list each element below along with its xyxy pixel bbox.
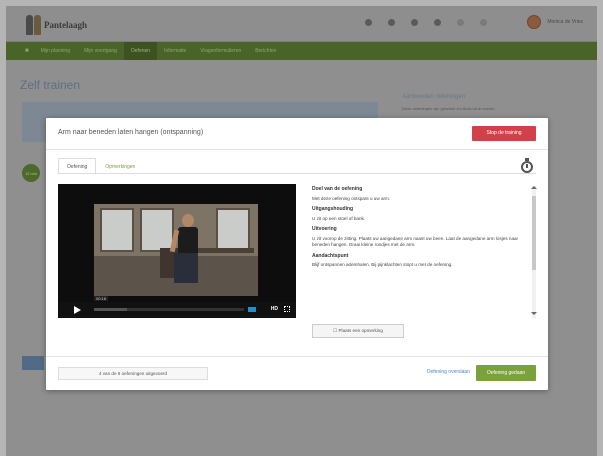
logo-text: Pantelaagh — [44, 20, 88, 30]
sidebar-text: Deze oefeningen zijn geschikt om thuis u… — [402, 106, 496, 111]
background-button[interactable] — [22, 356, 44, 370]
video-frame — [94, 204, 258, 296]
tab-opmerkingen[interactable]: Opmerkingen — [96, 158, 144, 174]
progress-count: 4 van de 6 oefeningen uitgevoerd — [58, 367, 208, 380]
tab-bar: Oefening Opmerkingen — [58, 158, 144, 174]
logo[interactable]: Pantelaagh — [26, 13, 114, 37]
scroll-up-icon[interactable] — [531, 186, 537, 189]
nav-item-oefenen[interactable]: Oefenen — [123, 42, 158, 60]
exercise-description: Doel van de oefening Met deze oefening o… — [312, 184, 524, 318]
logo-figures-icon — [26, 15, 41, 35]
skip-exercise-link[interactable]: Oefening overslaan — [427, 369, 470, 375]
user-menu[interactable]: Monica de Vries — [527, 15, 583, 29]
notification-icon[interactable] — [365, 19, 372, 26]
volume-icon[interactable] — [248, 307, 256, 312]
section-text: Met deze oefening ontspant u uw arm. — [312, 195, 391, 201]
note-icon: ☐ — [333, 328, 338, 333]
play-icon[interactable] — [74, 306, 81, 314]
nav-item-voortgang[interactable]: Mijn voortgang — [77, 42, 124, 60]
home-icon[interactable]: ■ — [20, 48, 34, 54]
video-progress[interactable] — [94, 308, 244, 311]
nav-item-vragenformulieren[interactable]: Vragenformulieren — [193, 42, 248, 60]
scrollbar-thumb[interactable] — [532, 196, 536, 270]
add-note-label: Plaats een opmerking — [338, 328, 383, 333]
video-player[interactable]: 00:16 HD — [58, 184, 296, 318]
section-heading: Aandachtspunt — [312, 252, 349, 259]
modal-title: Arm naar beneden laten hangen (ontspanni… — [58, 129, 204, 136]
section-heading: Doel van de oefening — [312, 186, 363, 192]
video-controls: 00:16 HD — [58, 296, 296, 318]
exercise-done-button[interactable]: Oefening gedaan — [476, 365, 536, 381]
section-text: U zit voorop de zitting. Plaats uw aange… — [312, 235, 519, 248]
avatar — [527, 15, 542, 29]
duration-badge: 12 min — [22, 164, 40, 182]
description-scrollbar[interactable] — [532, 186, 536, 318]
tab-divider — [58, 173, 536, 174]
header-icons — [365, 19, 487, 26]
section-text: U zit op een stoel of bank. — [312, 215, 366, 221]
sidebar-title: Aanbevolen oefeningen — [402, 94, 466, 100]
exercise-modal: Arm naar beneden laten hangen (ontspanni… — [46, 118, 548, 390]
video-progress-fill — [94, 308, 127, 311]
help-icon[interactable] — [434, 19, 441, 26]
section-heading: Uitgangshouding — [312, 206, 354, 212]
top-bar: Pantelaagh Monica de Vries — [6, 6, 597, 42]
settings-icon[interactable] — [457, 19, 464, 26]
message-icon[interactable] — [388, 19, 395, 26]
section-heading: Uitvoering — [312, 226, 337, 232]
nav-item-informatie[interactable]: Informatie — [157, 42, 193, 60]
main-nav: ■ Mijn planning Mijn voortgang Oefenen I… — [6, 42, 597, 60]
user-name: Monica de Vries — [547, 19, 583, 25]
fullscreen-icon[interactable] — [284, 306, 290, 312]
nav-item-planning[interactable]: Mijn planning — [34, 42, 77, 60]
modal-header: Arm naar beneden laten hangen (ontspanni… — [46, 118, 548, 150]
add-note-button[interactable]: ☐ Plaats een opmerking — [312, 324, 404, 338]
video-time: 00:16 — [94, 296, 109, 301]
scroll-down-icon[interactable] — [531, 312, 537, 315]
calendar-icon[interactable] — [411, 19, 418, 26]
nav-item-berichten[interactable]: Berichten — [248, 42, 283, 60]
stop-training-button[interactable]: Stop de training — [472, 126, 536, 141]
stopwatch-icon[interactable] — [520, 158, 534, 174]
tab-oefening[interactable]: Oefening — [58, 158, 97, 174]
logout-icon[interactable] — [480, 19, 487, 26]
section-text: Blijf ontspannen ademhalen. Bij pijnklac… — [312, 262, 453, 267]
page-title: Zelf trainen — [20, 78, 81, 92]
modal-footer: 4 van de 6 oefeningen uitgevoerd Oefenin… — [46, 356, 548, 390]
hd-toggle[interactable]: HD — [271, 306, 278, 312]
